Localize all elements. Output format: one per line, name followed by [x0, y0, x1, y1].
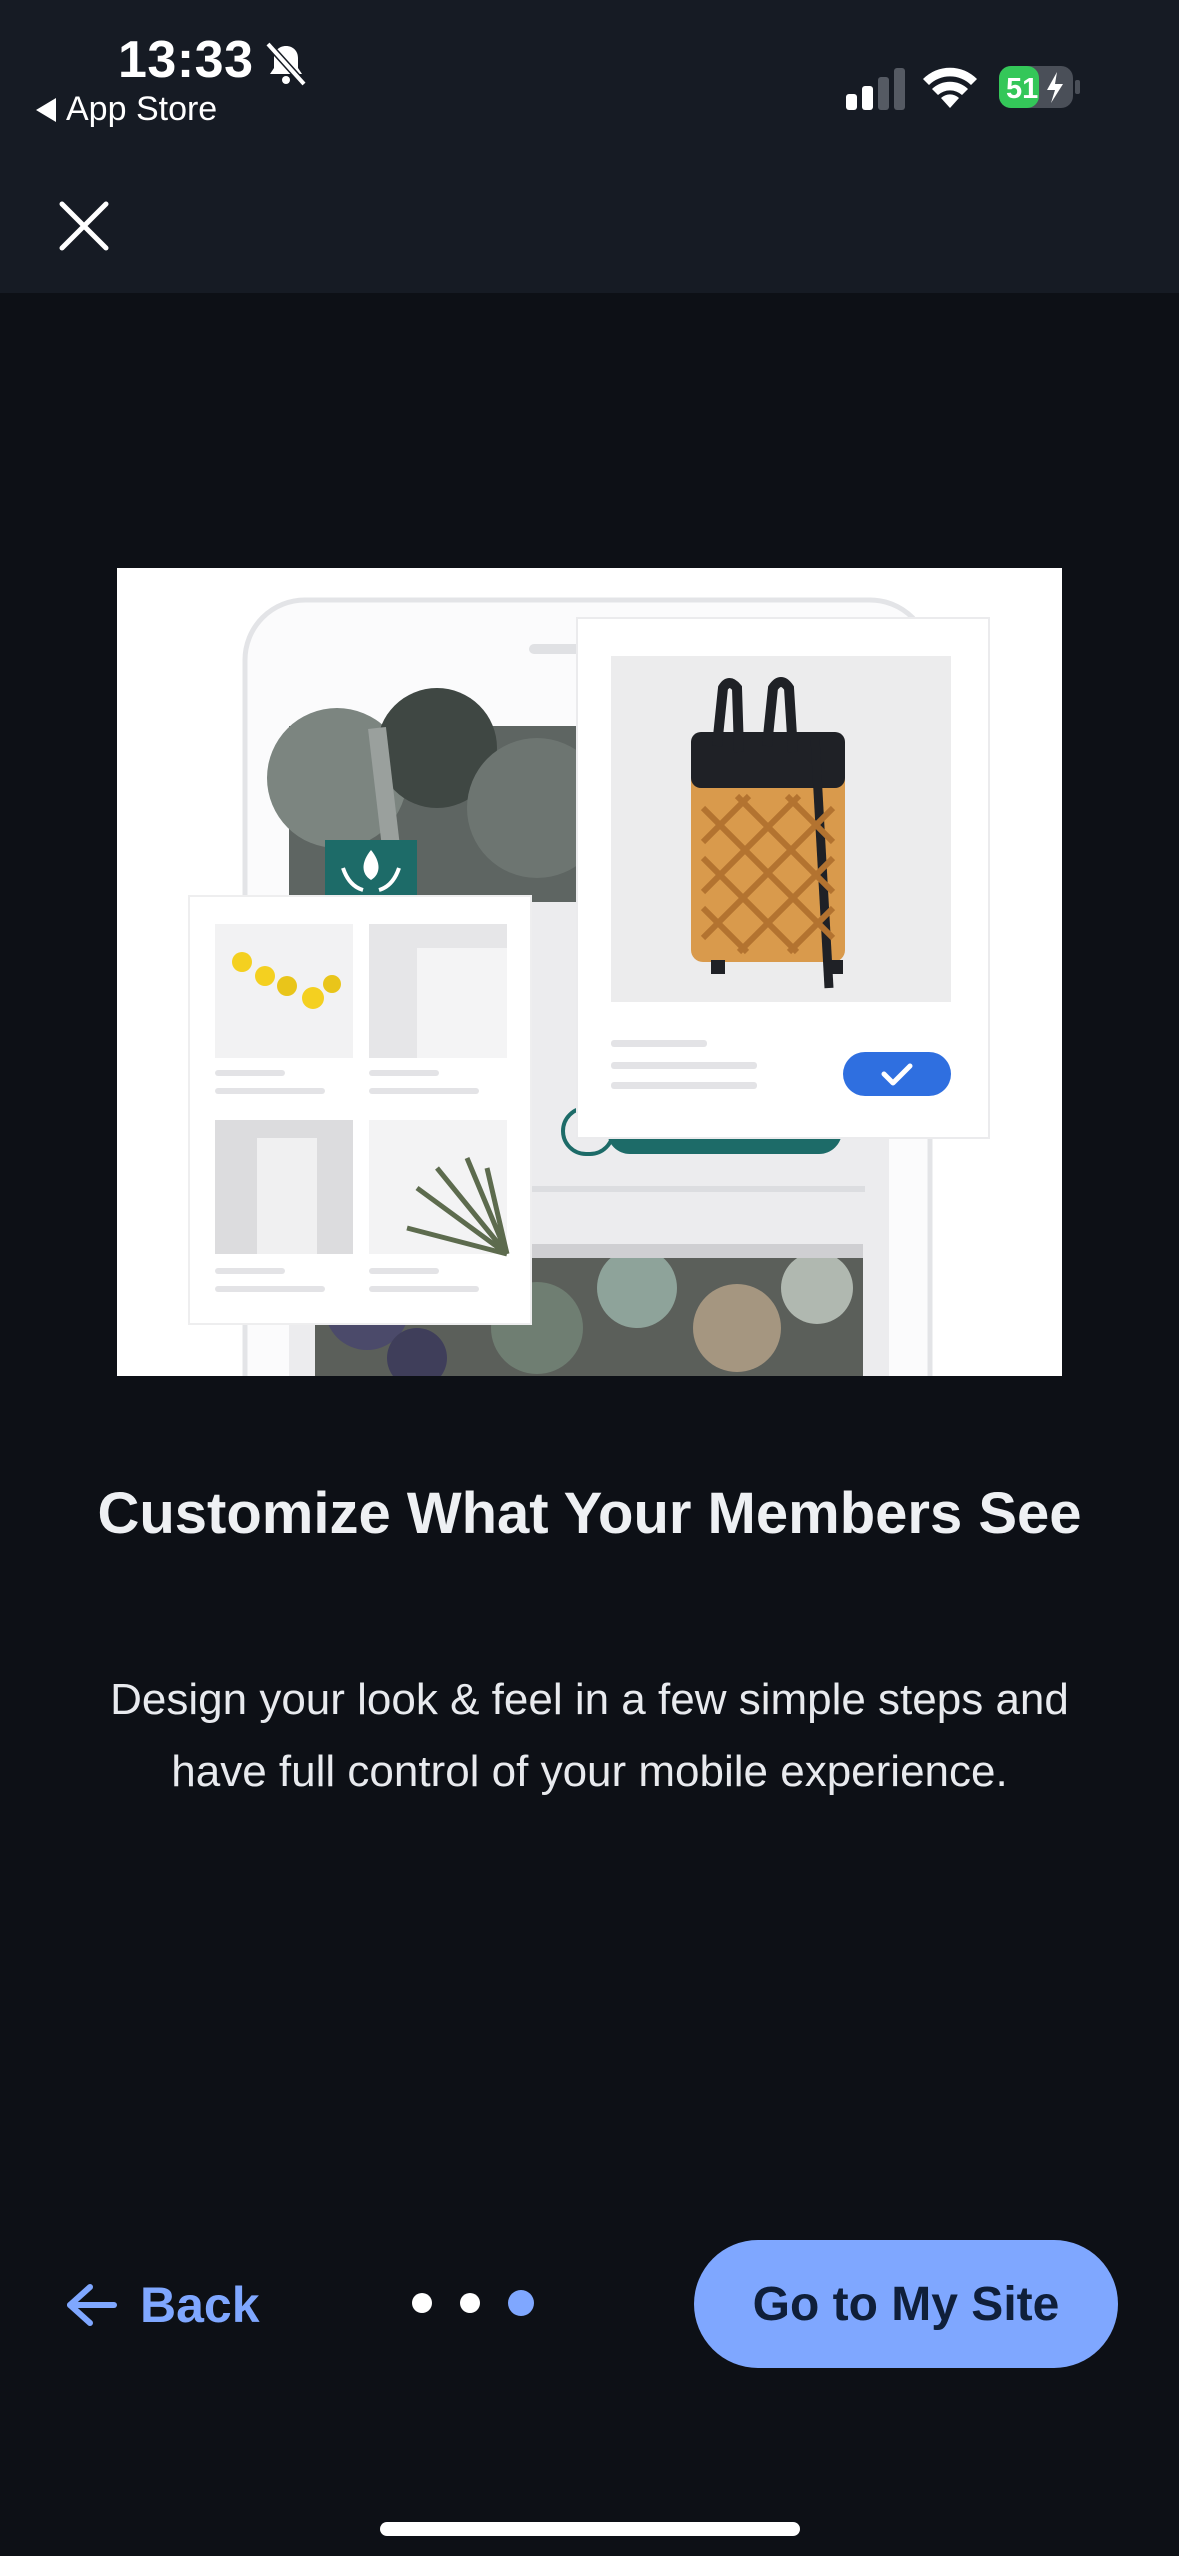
wifi-icon [923, 67, 977, 108]
page-indicator [412, 2290, 534, 2316]
onboarding-description: Design your look & feel in a few simple … [110, 1675, 1069, 1796]
back-triangle-icon [36, 97, 56, 122]
page-dot-2 [460, 2293, 480, 2313]
page-dot-1 [412, 2293, 432, 2313]
bell-slash-icon [265, 41, 307, 87]
back-to-app-store[interactable]: App Store [36, 90, 217, 129]
home-indicator [380, 2522, 800, 2536]
go-to-my-site-button[interactable]: Go to My Site [694, 2240, 1118, 2368]
back-app-label: App Store [66, 90, 218, 128]
signal-icon [846, 68, 905, 110]
back-button[interactable]: Back [66, 2270, 260, 2340]
status-time: 13:33 [118, 31, 254, 89]
arrow-left-icon [67, 2284, 117, 2326]
onboarding-title: Customize What Your Members See [97, 1481, 1082, 1546]
battery-level: 51 [1006, 73, 1038, 105]
close-icon[interactable] [56, 198, 112, 254]
back-button-label: Back [140, 2277, 260, 2333]
page-dot-3-active [508, 2290, 534, 2316]
battery-icon: 51 [999, 66, 1081, 113]
onboarding-illustration [117, 568, 1062, 1376]
